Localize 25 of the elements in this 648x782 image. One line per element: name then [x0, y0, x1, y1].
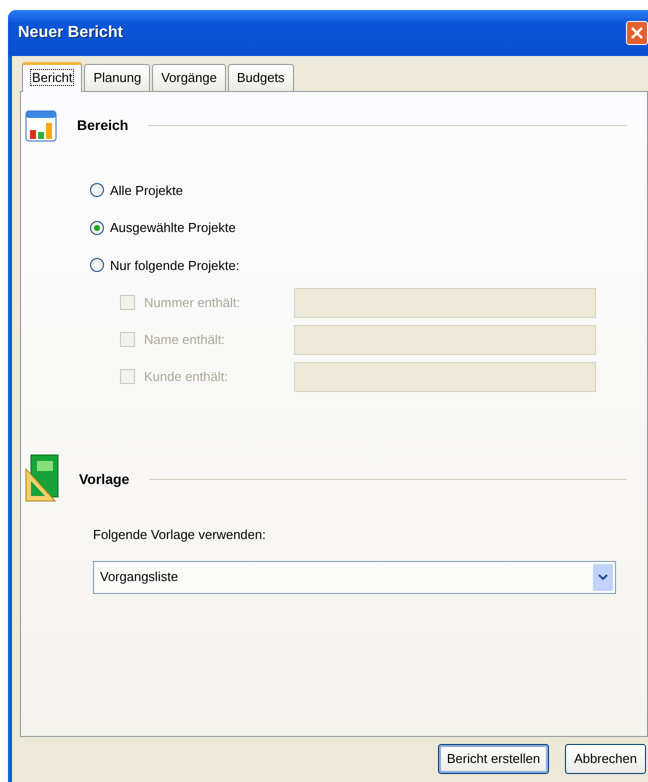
option-label[interactable]: Alle Projekte	[110, 180, 183, 200]
radio-button[interactable]	[90, 258, 104, 272]
option-label[interactable]: Nur folgende Projekte:	[110, 256, 240, 275]
text-field[interactable]	[294, 288, 596, 318]
dialog-button[interactable]: Bericht erstellen	[438, 744, 550, 774]
text-field[interactable]	[294, 324, 596, 354]
tab[interactable]: Vorgänge	[152, 64, 226, 90]
bar-chart-icon	[25, 110, 57, 142]
option-label[interactable]: Ausgewählte Projekte	[110, 218, 236, 238]
close-icon	[630, 26, 644, 40]
tab[interactable]: Bericht	[22, 62, 82, 92]
dialog-button[interactable]: Abbrechen	[565, 744, 646, 774]
radio-button[interactable]	[90, 183, 104, 198]
close-button[interactable]	[626, 21, 648, 45]
template-dropdown[interactable]: Vorgangsliste	[93, 560, 616, 594]
radio-button[interactable]	[90, 220, 104, 235]
tab[interactable]: Planung	[84, 64, 150, 90]
field-label: Folgende Vorlage verwenden:	[93, 527, 266, 542]
text-field[interactable]	[294, 362, 596, 392]
window-title: Neuer Bericht	[17, 23, 123, 43]
chevron-down-icon	[598, 574, 608, 580]
section-heading: Vorlage	[79, 470, 130, 489]
section-heading: Bereich	[77, 116, 128, 135]
dropdown-arrow-button[interactable]	[593, 564, 613, 590]
tab[interactable]: Budgets	[228, 64, 294, 90]
